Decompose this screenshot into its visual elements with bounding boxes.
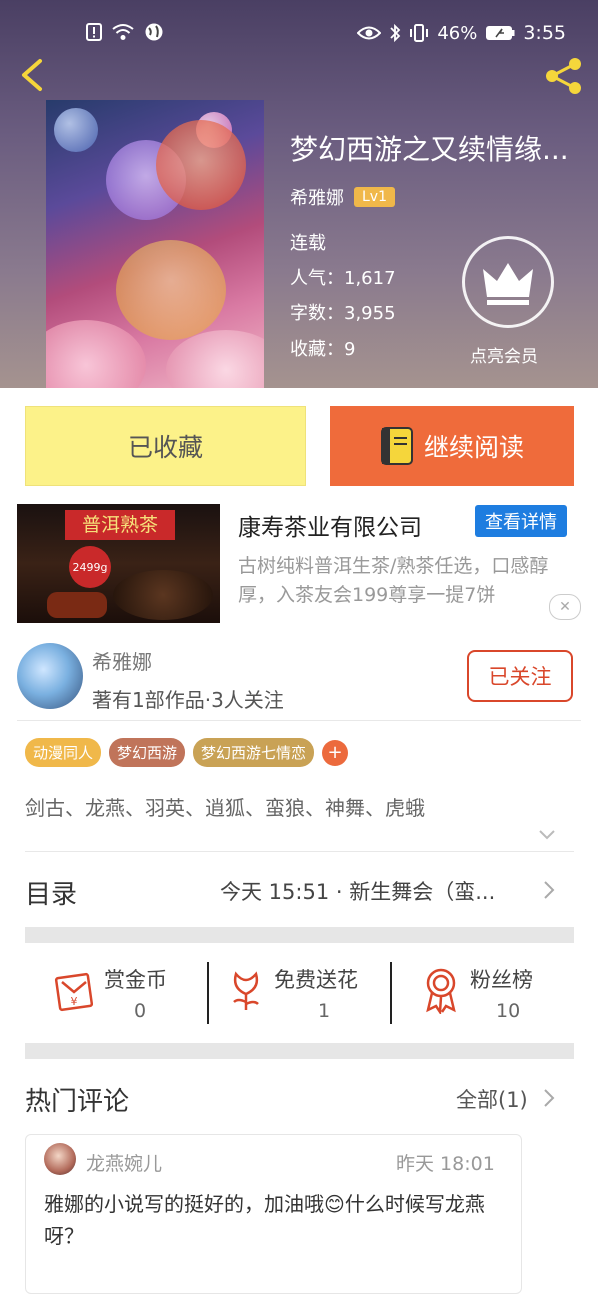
read-label: 继续阅读 xyxy=(423,433,524,462)
stat-separator xyxy=(390,962,392,1024)
vibrate-icon xyxy=(410,24,429,42)
level-badge: Lv1 xyxy=(354,187,395,207)
add-tag-button[interactable]: + xyxy=(322,739,349,766)
book-popularity: 人气：1,617 xyxy=(290,268,396,289)
free-flower-stat[interactable]: 免费送花 1 xyxy=(226,960,386,1026)
book-word-count: 字数：3,955 xyxy=(290,303,396,324)
close-icon: ✕ xyxy=(559,599,571,615)
ad-image-text: 普洱熟茶 xyxy=(81,514,158,536)
follow-label: 已关注 xyxy=(488,665,552,689)
back-button[interactable] xyxy=(16,58,50,92)
chevron-right-icon xyxy=(544,881,555,899)
reward-label: 赏金币 xyxy=(104,968,167,992)
ad-detail-button[interactable]: 查看详情 xyxy=(475,505,567,537)
section-separator xyxy=(25,927,574,943)
continue-reading-button[interactable]: 继续阅读 xyxy=(330,406,574,486)
eye-icon xyxy=(357,26,382,40)
reward-value: 0 xyxy=(134,1000,147,1022)
tag-item[interactable]: 梦幻西游七情恋 xyxy=(193,738,315,767)
fans-value: 10 xyxy=(496,1000,521,1022)
collect-button[interactable]: 已收藏 xyxy=(25,406,306,486)
author-card-name[interactable]: 希雅娜 xyxy=(92,646,152,675)
svg-text:¥: ¥ xyxy=(71,995,78,1008)
vip-label[interactable]: 点亮会员 xyxy=(470,342,538,367)
comment-text: 雅娜的小说写的挺好的，加油哦😊什么时候写龙燕呀？ xyxy=(44,1188,514,1252)
stat-separator xyxy=(207,962,209,1024)
author-card-info: 著有1部作品·3人关注 xyxy=(92,688,284,712)
section-separator xyxy=(25,1043,574,1059)
hot-comments-title: 热门评论 xyxy=(25,1087,130,1117)
book-cover-image[interactable] xyxy=(46,100,264,388)
share-icon xyxy=(546,58,581,94)
medal-icon xyxy=(426,968,456,1014)
expand-button[interactable] xyxy=(538,826,556,844)
red-envelope-icon: ¥ xyxy=(54,972,94,1012)
all-comments-arrow[interactable] xyxy=(542,1088,556,1112)
book-favorites: 收藏：9 xyxy=(290,339,356,360)
follow-button[interactable]: 已关注 xyxy=(467,650,573,702)
all-comments-link[interactable]: 全部(1) xyxy=(456,1084,528,1114)
tag-item[interactable]: 动漫同人 xyxy=(25,738,102,767)
author-avatar[interactable] xyxy=(17,643,83,709)
status-bar: 46% 3:55 xyxy=(0,0,598,56)
divider xyxy=(25,851,574,852)
flower-label: 免费送花 xyxy=(274,968,358,992)
ad-price-badge: 2499g xyxy=(69,546,111,588)
fans-label: 粉丝榜 xyxy=(470,968,533,992)
clock: 3:55 xyxy=(523,22,566,44)
ad-image[interactable]: 普洱熟茶 2499g xyxy=(17,504,220,623)
wifi-icon xyxy=(112,24,134,40)
chevron-right-icon xyxy=(544,1089,555,1107)
alert-icon xyxy=(86,23,102,41)
ad-description[interactable]: 古树纯料普洱生茶/熟茶任选，口感醇厚，入茶友会199尊享一提7饼 xyxy=(238,552,578,610)
book-title: 梦幻西游之又续情缘... xyxy=(290,133,569,166)
commenter-avatar[interactable] xyxy=(44,1143,76,1175)
vip-button[interactable] xyxy=(462,236,554,328)
smile-emoji-icon: 😊 xyxy=(324,1192,345,1216)
bluetooth-icon xyxy=(390,23,401,43)
globe-icon xyxy=(145,23,163,41)
crown-icon xyxy=(483,263,533,305)
fans-ranking-stat[interactable]: 粉丝榜 10 xyxy=(420,960,570,1026)
plus-icon: + xyxy=(327,742,343,763)
author-name[interactable]: 希雅娜 xyxy=(290,184,344,210)
toc-latest-chapter[interactable]: 今天 15:51 · 新生舞会（蛮... xyxy=(220,876,530,906)
chevron-down-icon xyxy=(539,830,555,840)
toc-arrow[interactable] xyxy=(542,880,556,904)
share-button[interactable] xyxy=(542,56,586,96)
toc-label[interactable]: 目录 xyxy=(25,874,77,911)
divider xyxy=(17,720,581,721)
tag-item[interactable]: 梦幻西游 xyxy=(109,738,186,767)
reward-coins-stat[interactable]: ¥ 赏金币 0 xyxy=(52,960,202,1026)
commenter-name[interactable]: 龙燕婉儿 xyxy=(86,1149,162,1176)
status-right-icons: 46% 3:55 xyxy=(357,22,566,44)
character-list: 剑古、龙燕、羽英、逍狐、蛮狼、神舞、虎蛾 xyxy=(25,796,425,820)
back-arrow-icon xyxy=(22,59,42,91)
battery-percent: 46% xyxy=(437,22,478,44)
collect-label: 已收藏 xyxy=(127,433,203,462)
author-row[interactable]: 希雅娜 Lv1 xyxy=(290,184,395,210)
flower-value: 1 xyxy=(318,1000,331,1022)
tag-list: 动漫同人 梦幻西游 梦幻西游七情恋 + xyxy=(25,738,349,767)
ad-company[interactable]: 康寿茶业有限公司 xyxy=(238,508,422,542)
battery-icon xyxy=(486,26,515,40)
comment-text-part: 雅娜的小说写的挺好的，加油哦 xyxy=(44,1192,324,1216)
ad-close-button[interactable]: ✕ xyxy=(549,594,581,620)
book-status: 连载 xyxy=(290,233,326,254)
book-icon xyxy=(380,427,413,465)
status-left-icons xyxy=(86,22,164,42)
flower-icon xyxy=(233,971,259,1010)
comment-time: 昨天 18:01 xyxy=(396,1153,495,1175)
